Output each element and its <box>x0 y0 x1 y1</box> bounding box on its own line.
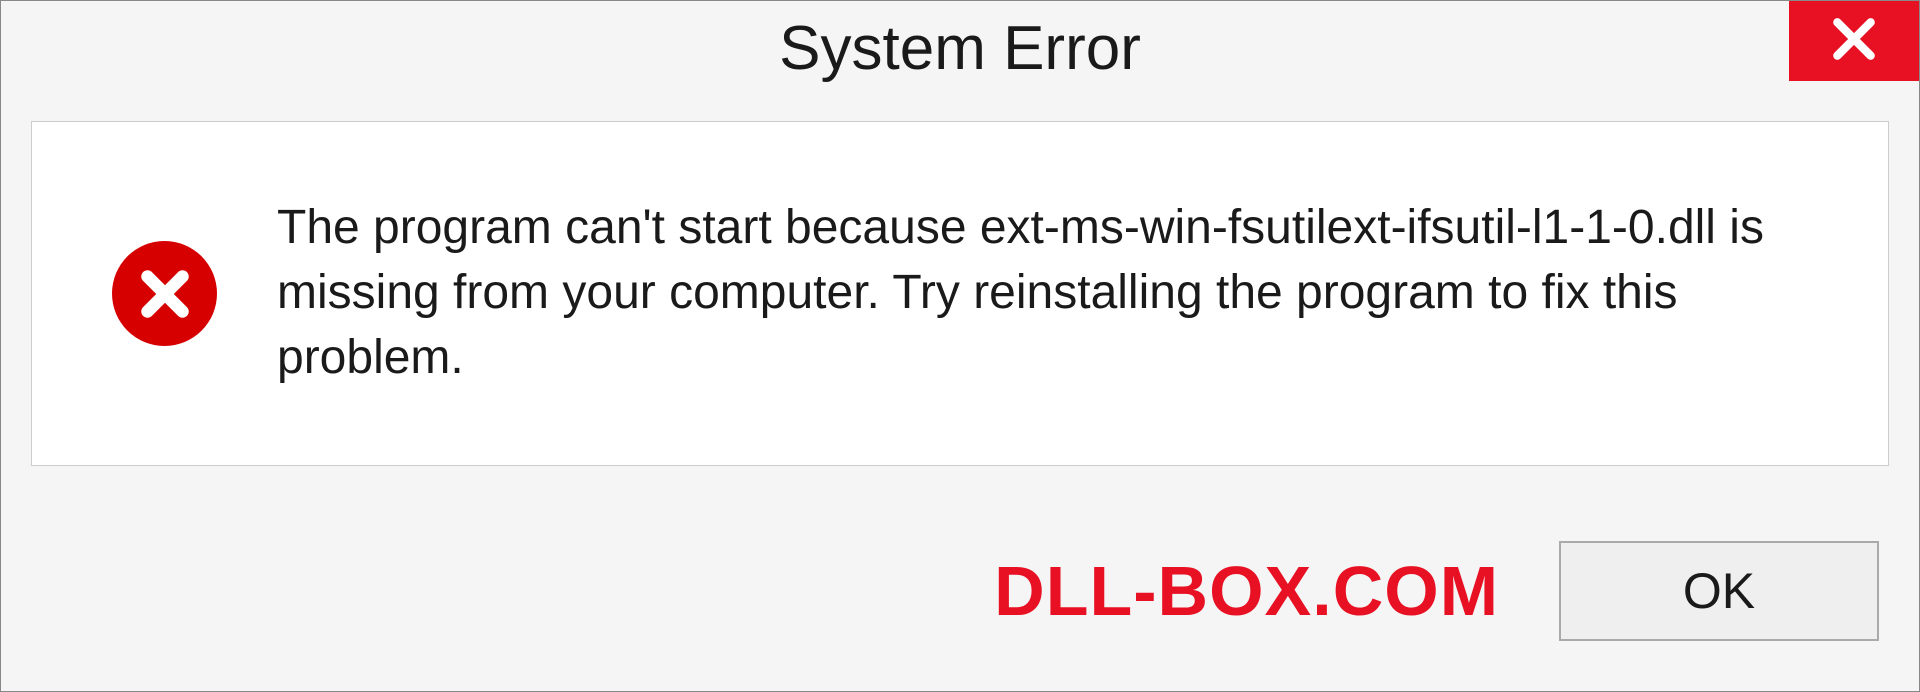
close-button[interactable] <box>1789 1 1919 81</box>
dialog-title: System Error <box>779 13 1141 84</box>
titlebar: System Error <box>1 1 1919 111</box>
error-icon <box>112 241 217 346</box>
error-message: The program can't start because ext-ms-w… <box>277 196 1808 390</box>
error-icon-wrap <box>112 241 217 346</box>
footer: DLL-BOX.COM OK <box>1 491 1919 691</box>
error-dialog: System Error The program can't start bec… <box>0 0 1920 692</box>
ok-button[interactable]: OK <box>1559 541 1879 641</box>
watermark-text: DLL-BOX.COM <box>994 551 1499 631</box>
content-panel: The program can't start because ext-ms-w… <box>31 121 1889 466</box>
close-icon <box>1829 14 1879 69</box>
